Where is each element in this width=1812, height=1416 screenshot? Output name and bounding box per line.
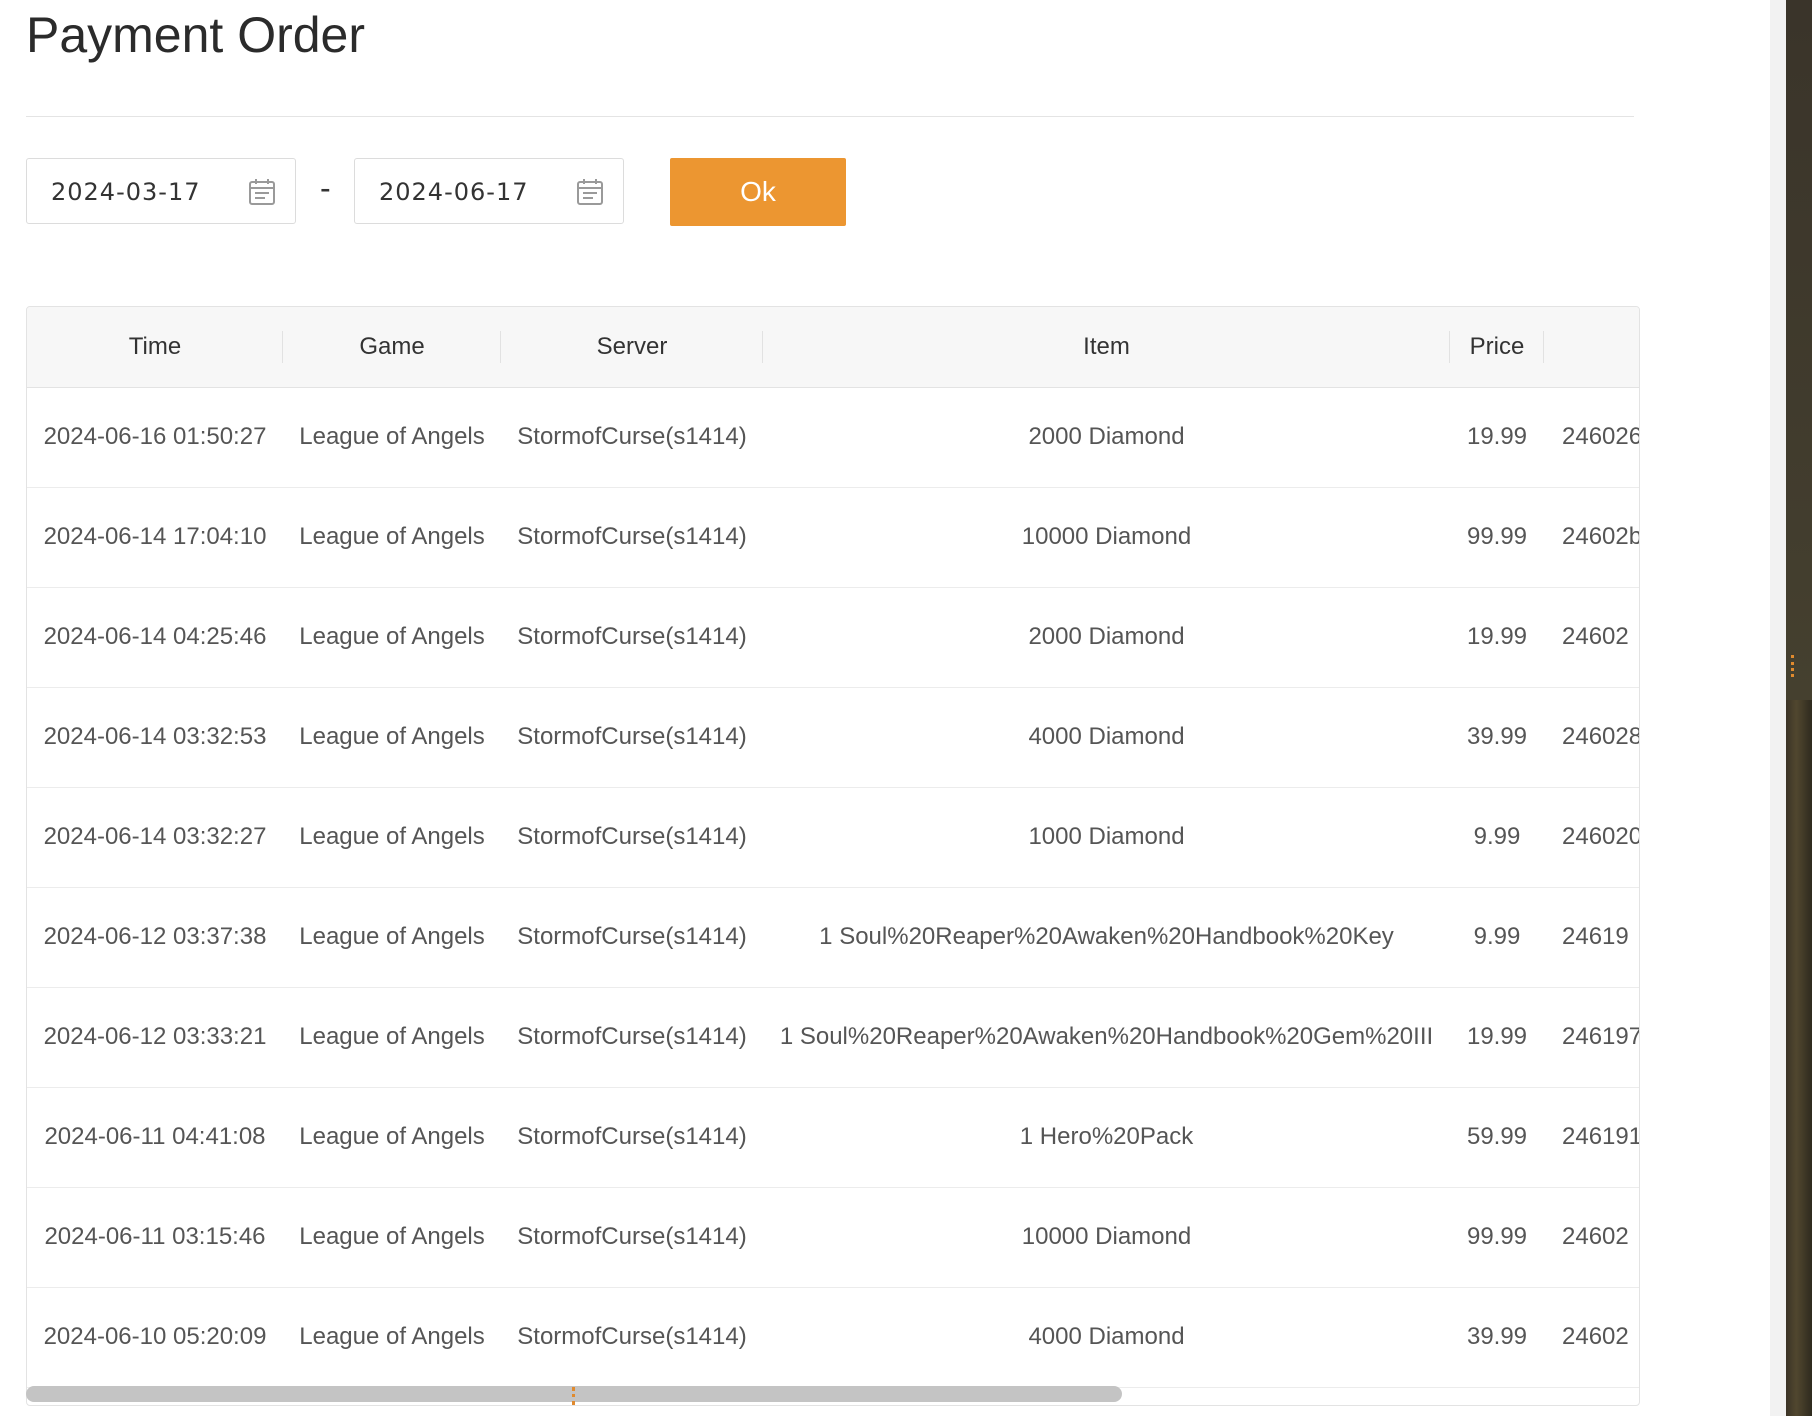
cell-price: 19.99 xyxy=(1450,587,1544,688)
cell-price: 59.99 xyxy=(1450,1087,1544,1188)
cell-time: 2024-06-16 01:50:27 xyxy=(27,387,283,488)
cell-game: League of Angels xyxy=(283,687,501,788)
cell-game: League of Angels xyxy=(283,1287,501,1388)
cell-item: 10000 Diamond xyxy=(763,1187,1450,1288)
cell-price: 39.99 xyxy=(1450,1287,1544,1388)
cell-item: 1 Hero%20Pack xyxy=(763,1087,1450,1188)
cell-server: StormofCurse(s1414) xyxy=(501,487,763,588)
cell-server: StormofCurse(s1414) xyxy=(501,887,763,988)
column-header-price: Price xyxy=(1450,307,1544,388)
cell-time: 2024-06-12 03:33:21 xyxy=(27,987,283,1088)
cell-server: StormofCurse(s1414) xyxy=(501,387,763,488)
cell-time: 2024-06-11 03:15:46 xyxy=(27,1187,283,1288)
table-row[interactable]: 2024-06-14 03:32:27 League of Angels Storm… xyxy=(27,787,1639,888)
page-gutter xyxy=(1770,0,1786,1416)
cell-time: 2024-06-10 05:20:09 xyxy=(27,1287,283,1388)
cell-server: StormofCurse(s1414) xyxy=(501,787,763,888)
calendar-icon[interactable] xyxy=(575,177,605,207)
table-row[interactable]: 2024-06-14 04:25:46 League of Angels Storm… xyxy=(27,587,1639,688)
cell-order: 246020 xyxy=(1544,787,1639,888)
cell-game: League of Angels xyxy=(283,1087,501,1188)
title-divider xyxy=(26,116,1634,117)
start-date-input[interactable]: 2024-03-17 xyxy=(26,158,296,224)
cell-server: StormofCurse(s1414) xyxy=(501,987,763,1088)
background-panel-top xyxy=(1786,0,1812,700)
cell-server: StormofCurse(s1414) xyxy=(501,687,763,788)
table-row[interactable]: 2024-06-14 03:32:53 League of Angels Storm… xyxy=(27,687,1639,788)
cell-price: 99.99 xyxy=(1450,1187,1544,1288)
cell-order: 24602b xyxy=(1544,487,1639,588)
cell-game: League of Angels xyxy=(283,1187,501,1288)
cell-game: League of Angels xyxy=(283,587,501,688)
cell-game: League of Angels xyxy=(283,987,501,1088)
table-row[interactable]: 2024-06-16 01:50:27 League of Angels Storm… xyxy=(27,387,1639,488)
cell-item: 2000 Diamond xyxy=(763,587,1450,688)
horizontal-scrollbar[interactable] xyxy=(26,1386,1638,1402)
cell-time: 2024-06-14 17:04:10 xyxy=(27,487,283,588)
cell-price: 19.99 xyxy=(1450,387,1544,488)
date-range-separator: - xyxy=(320,170,331,206)
cell-server: StormofCurse(s1414) xyxy=(501,1187,763,1288)
cell-item: 2000 Diamond xyxy=(763,387,1450,488)
cell-price: 19.99 xyxy=(1450,987,1544,1088)
table-row[interactable]: 2024-06-14 17:04:10 League of Angels Storm… xyxy=(27,487,1639,588)
end-date-input[interactable]: 2024-06-17 xyxy=(354,158,624,224)
cell-item: 1000 Diamond xyxy=(763,787,1450,888)
ok-button[interactable]: Ok xyxy=(670,158,846,226)
cell-item: 10000 Diamond xyxy=(763,487,1450,588)
cell-order: 24602 xyxy=(1544,587,1639,688)
cell-time: 2024-06-14 03:32:53 xyxy=(27,687,283,788)
resize-grip-icon[interactable] xyxy=(572,1387,579,1405)
cell-game: League of Angels xyxy=(283,887,501,988)
cell-order: 24602 xyxy=(1544,1287,1639,1388)
cell-price: 9.99 xyxy=(1450,787,1544,888)
cell-order: 246197 xyxy=(1544,987,1639,1088)
cell-order: 246028 xyxy=(1544,687,1639,788)
cell-item: 4000 Diamond xyxy=(763,687,1450,788)
cell-time: 2024-06-11 04:41:08 xyxy=(27,1087,283,1188)
column-header-game: Game xyxy=(283,307,501,388)
cell-game: League of Angels xyxy=(283,787,501,888)
cell-game: League of Angels xyxy=(283,387,501,488)
cell-price: 99.99 xyxy=(1450,487,1544,588)
cell-time: 2024-06-14 03:32:27 xyxy=(27,787,283,888)
cell-order: 24619 xyxy=(1544,887,1639,988)
column-header-order xyxy=(1544,307,1639,388)
cell-game: League of Angels xyxy=(283,487,501,588)
page-title: Payment Order xyxy=(26,7,366,63)
column-header-server: Server xyxy=(501,307,763,388)
table-row[interactable]: 2024-06-12 03:33:21 League of Angels Storm… xyxy=(27,987,1639,1088)
cell-order: 246026 xyxy=(1544,387,1639,488)
cell-server: StormofCurse(s1414) xyxy=(501,587,763,688)
payment-order-table: Time Game Server Item Price 2024-06-16 0… xyxy=(26,306,1640,1406)
cell-item: 1 Soul%20Reaper%20Awaken%20Handbook%20Ke… xyxy=(763,887,1450,988)
cell-server: StormofCurse(s1414) xyxy=(501,1087,763,1188)
cell-price: 39.99 xyxy=(1450,687,1544,788)
column-header-item: Item xyxy=(763,307,1450,388)
table-row[interactable]: 2024-06-10 05:20:09 League of Angels Storm… xyxy=(27,1287,1639,1388)
end-date-value: 2024-06-17 xyxy=(379,178,529,206)
cell-order: 246191 xyxy=(1544,1087,1639,1188)
start-date-value: 2024-03-17 xyxy=(51,178,201,206)
table-row[interactable]: 2024-06-11 03:15:46 League of Angels Storm… xyxy=(27,1187,1639,1288)
column-header-time: Time xyxy=(27,307,283,388)
cell-time: 2024-06-14 04:25:46 xyxy=(27,587,283,688)
cell-server: StormofCurse(s1414) xyxy=(501,1287,763,1388)
table-row[interactable]: 2024-06-12 03:37:38 League of Angels Storm… xyxy=(27,887,1639,988)
calendar-icon[interactable] xyxy=(247,177,277,207)
cell-item: 1 Soul%20Reaper%20Awaken%20Handbook%20Ge… xyxy=(763,987,1450,1088)
table-header-row: Time Game Server Item Price xyxy=(27,307,1639,388)
cell-time: 2024-06-12 03:37:38 xyxy=(27,887,283,988)
cell-order: 24602 xyxy=(1544,1187,1639,1288)
cell-item: 4000 Diamond xyxy=(763,1287,1450,1388)
table-row[interactable]: 2024-06-11 04:41:08 League of Angels Storm… xyxy=(27,1087,1639,1188)
panel-resize-handle-icon[interactable] xyxy=(1791,655,1798,677)
cell-price: 9.99 xyxy=(1450,887,1544,988)
